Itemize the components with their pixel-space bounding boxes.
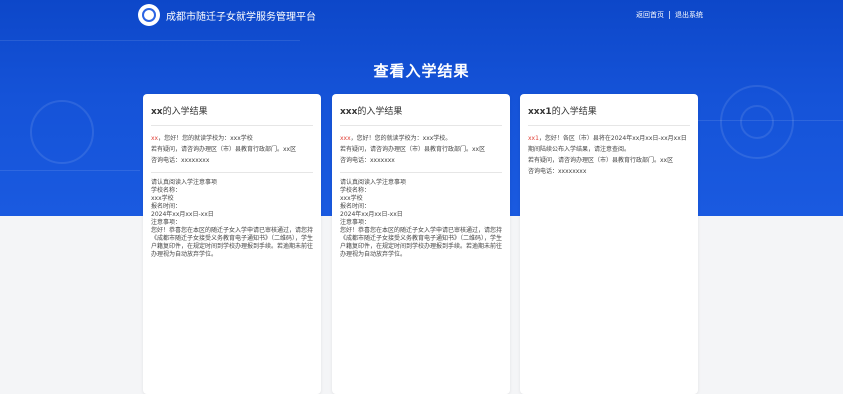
nav-home-link[interactable]: 返回首页 bbox=[636, 10, 664, 20]
app-title: 成都市随迁子女就学服务管理平台 bbox=[166, 12, 316, 23]
result-message: xx1，您好！各区（市）县将在2024年xx月xx日-xx月xx日期间陆续公布入… bbox=[528, 133, 690, 177]
card-title: xxx的入学结果 bbox=[340, 104, 502, 126]
decor-circle bbox=[30, 100, 94, 164]
notes-attention-label: 注意事项： bbox=[151, 219, 182, 226]
notes-date-value: 2024年xx月xx日-xx日 bbox=[340, 211, 403, 218]
decor-circle bbox=[740, 105, 774, 139]
notes-date-label: 报名时间： bbox=[151, 203, 182, 210]
phone-text: 咨询电话：xxxxxxxx bbox=[151, 157, 210, 164]
enrollment-notes: 请认真阅读入学注意事项 学校名称： xxx学校 报名时间： 2024年xx月xx… bbox=[340, 179, 502, 259]
greeting-name: xx1 bbox=[528, 135, 539, 142]
greeting-text: ，您好！各区（市）县将在2024年xx月xx日-xx月xx日期间陆续公布入学结果… bbox=[528, 135, 687, 153]
notes-attention-text: 您好！恭喜您在本区的随迁子女入学申请已审核通过，请您持《成都市随迁子女接受义务教… bbox=[151, 227, 314, 258]
card-title-suffix: 的入学结果 bbox=[357, 107, 403, 117]
student-name: xxx1 bbox=[528, 107, 552, 117]
card-title-suffix: 的入学结果 bbox=[551, 107, 597, 117]
logo-icon bbox=[138, 4, 160, 26]
greeting-text: ，您好！您的就读学校为：xxx学校。 bbox=[350, 135, 452, 142]
result-card: xxx1的入学结果 xx1，您好！各区（市）县将在2024年xx月xx日-xx月… bbox=[520, 94, 698, 394]
nav-logout-link[interactable]: 退出系统 bbox=[675, 10, 703, 20]
notes-date-value: 2024年xx月xx日-xx日 bbox=[151, 211, 214, 218]
page-title: 查看入学结果 bbox=[373, 62, 470, 80]
notes-school-label: 学校名称： bbox=[340, 187, 371, 194]
phone-text: 咨询电话：xxxxxxx bbox=[340, 157, 395, 164]
contact-text: 若有疑问，请咨询办理区（市）县教育行政部门。xx区 bbox=[340, 146, 486, 153]
card-title: xx的入学结果 bbox=[151, 104, 313, 126]
top-nav: 返回首页 退出系统 bbox=[636, 10, 703, 20]
decor-line bbox=[0, 40, 300, 41]
result-card: xx的入学结果 xx，您好！您的就读学校为：xxx学校 若有疑问，请咨询办理区（… bbox=[143, 94, 321, 394]
greeting-text: ，您好！您的就读学校为：xxx学校 bbox=[158, 135, 253, 142]
notes-attention-label: 注意事项： bbox=[340, 219, 371, 226]
result-message: xxx，您好！您的就读学校为：xxx学校。 若有疑问，请咨询办理区（市）县教育行… bbox=[340, 133, 502, 166]
notes-heading: 请认真阅读入学注意事项 bbox=[340, 179, 407, 186]
divider bbox=[340, 172, 502, 173]
notes-attention-text: 您好！恭喜您在本区的随迁子女入学申请已审核通过，请您持《成都市随迁子女接受义务教… bbox=[340, 227, 503, 258]
notes-date-label: 报名时间： bbox=[340, 203, 371, 210]
nav-divider bbox=[669, 11, 670, 19]
greeting-name: xxx bbox=[340, 135, 351, 142]
top-bar: 成都市随迁子女就学服务管理平台 返回首页 退出系统 bbox=[0, 0, 843, 32]
phone-text: 咨询电话：xxxxxxxx bbox=[528, 168, 587, 175]
result-card: xxx的入学结果 xxx，您好！您的就读学校为：xxx学校。 若有疑问，请咨询办… bbox=[332, 94, 510, 394]
divider bbox=[151, 172, 313, 173]
card-title: xxx1的入学结果 bbox=[528, 104, 690, 126]
decor-line bbox=[0, 170, 140, 171]
student-name: xx bbox=[151, 107, 163, 117]
result-message: xx，您好！您的就读学校为：xxx学校 若有疑问，请咨询办理区（市）县教育行政部… bbox=[151, 133, 313, 166]
student-name: xxx bbox=[340, 107, 358, 117]
notes-school-label: 学校名称： bbox=[151, 187, 182, 194]
contact-text: 若有疑问，请咨询办理区（市）县教育行政部门。xx区 bbox=[151, 146, 297, 153]
enrollment-notes: 请认真阅读入学注意事项 学校名称： xxx学校 报名时间： 2024年xx月xx… bbox=[151, 179, 313, 259]
card-title-suffix: 的入学结果 bbox=[162, 107, 208, 117]
notes-school-value: xxx学校 bbox=[340, 195, 363, 202]
notes-school-value: xxx学校 bbox=[151, 195, 174, 202]
contact-text: 若有疑问，请咨询办理区（市）县教育行政部门。xx区 bbox=[528, 157, 674, 164]
notes-heading: 请认真阅读入学注意事项 bbox=[151, 179, 218, 186]
